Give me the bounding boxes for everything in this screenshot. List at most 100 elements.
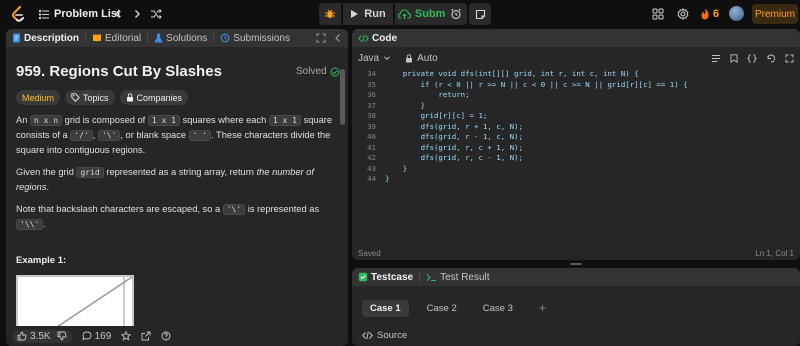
cloud-upload-icon xyxy=(397,8,411,19)
difficulty-badge: Medium xyxy=(16,90,61,105)
saved-status: Saved xyxy=(358,249,381,258)
book-icon xyxy=(93,34,102,42)
case-tab-3[interactable]: Case 3 xyxy=(475,300,521,317)
line-number: 39 xyxy=(367,121,376,131)
source-toggle[interactable]: Source xyxy=(362,330,407,341)
text: . xyxy=(43,219,46,229)
description-tabbar: Description Editorial Solutions Submissi… xyxy=(6,29,348,47)
like-button[interactable]: 3.5K xyxy=(17,331,51,342)
code-text: dfs(grid, r, c + 1, N); xyxy=(385,142,523,152)
problem-list-link[interactable]: Problem List xyxy=(54,0,121,28)
description-panel: Description Editorial Solutions Submissi… xyxy=(6,29,348,346)
comment-count: 169 xyxy=(94,330,112,342)
code-line: 36 return; xyxy=(352,90,800,101)
text: grid is composed of xyxy=(64,115,146,125)
panel-resize-handle[interactable] xyxy=(570,263,582,265)
inline-code: ' ' xyxy=(188,130,212,141)
format-lines-icon[interactable] xyxy=(711,54,721,63)
notes-button[interactable] xyxy=(469,3,491,25)
code-brackets-icon xyxy=(358,34,369,42)
add-case-button[interactable]: + xyxy=(531,298,554,318)
tab-solutions-label: Solutions xyxy=(166,32,208,44)
prev-problem-icon[interactable] xyxy=(113,0,123,28)
testcase-scrollbar[interactable] xyxy=(795,292,800,342)
language-select[interactable]: Java xyxy=(358,53,391,64)
code-editor[interactable]: 34 private void dfs(int[][] grid, int r,… xyxy=(352,69,800,245)
code-line: 43 } xyxy=(352,164,800,175)
tab-testcase[interactable]: Testcase xyxy=(352,268,419,286)
collapse-chevron-icon[interactable] xyxy=(334,33,342,43)
line-number: 37 xyxy=(367,100,376,110)
run-button[interactable]: Run xyxy=(343,3,393,25)
timer-button[interactable] xyxy=(445,3,467,25)
checkbox-icon xyxy=(358,272,368,282)
code-text: } xyxy=(385,174,390,183)
mode-toggle[interactable]: Auto xyxy=(405,53,438,64)
tab-description[interactable]: Description xyxy=(6,29,85,47)
topics-label: Topics xyxy=(83,92,109,103)
inline-code: '\' xyxy=(97,130,121,141)
code-text: } xyxy=(385,100,426,110)
code-line: 38 grid[r][c] = 1; xyxy=(352,111,800,122)
debug-button[interactable] xyxy=(319,3,341,25)
tab-testcase-label: Testcase xyxy=(371,271,414,283)
code-text: dfs(grid, r - 1, c, N); xyxy=(385,132,523,141)
user-avatar[interactable] xyxy=(729,6,744,21)
description-scrollbar[interactable] xyxy=(339,51,346,319)
code-text: private void dfs(int[][] grid, int r, in… xyxy=(385,69,639,78)
comments-button[interactable]: 169 xyxy=(81,330,112,342)
text: squares where each xyxy=(182,115,267,125)
reset-icon[interactable] xyxy=(766,54,776,63)
case-tabs: Case 1 Case 2 Case 3 + xyxy=(362,298,554,318)
code-brackets-icon xyxy=(362,331,373,340)
text: Note that backslash characters are escap… xyxy=(16,204,221,214)
comment-icon xyxy=(81,331,92,341)
tab-editorial[interactable]: Editorial xyxy=(86,29,147,47)
source-label: Source xyxy=(377,330,408,341)
inline-code: 1 x 1 xyxy=(147,115,180,126)
tab-solutions[interactable]: Solutions xyxy=(148,29,213,47)
text: . xyxy=(46,182,50,192)
language-label: Java xyxy=(358,52,380,64)
tab-submissions[interactable]: Submissions xyxy=(214,29,296,47)
help-icon[interactable] xyxy=(161,331,171,341)
scroll-thumb[interactable] xyxy=(340,69,345,125)
star-icon[interactable] xyxy=(121,331,132,341)
problem-list-icon[interactable] xyxy=(38,0,50,28)
flask-icon xyxy=(154,33,163,43)
companies-tag[interactable]: Companies xyxy=(119,90,189,105)
leetcode-logo[interactable] xyxy=(11,6,25,22)
inline-code: n x n xyxy=(29,115,63,126)
panel-controls xyxy=(316,29,342,47)
case-tab-1[interactable]: Case 1 xyxy=(362,299,409,317)
code-tabbar: Code xyxy=(352,29,800,47)
tab-test-result[interactable]: Test Result xyxy=(420,268,495,286)
problem-tags: Medium Topics Companies xyxy=(16,90,189,105)
streak-counter[interactable]: 6 xyxy=(700,0,719,28)
share-icon[interactable] xyxy=(141,331,151,341)
premium-button[interactable]: Premium xyxy=(752,4,798,24)
settings-gear-icon[interactable] xyxy=(677,0,689,28)
tab-editorial-label: Editorial xyxy=(105,32,142,44)
fullscreen-icon[interactable] xyxy=(785,54,794,63)
bookmark-icon[interactable] xyxy=(730,53,738,63)
vote-group: 3.5K xyxy=(12,329,72,343)
line-number: 43 xyxy=(367,163,376,173)
layout-grid-icon[interactable] xyxy=(652,0,664,28)
braces-icon[interactable] xyxy=(747,53,757,63)
code-line: 42 dfs(grid, r, c - 1, N); xyxy=(352,153,800,164)
next-problem-icon[interactable] xyxy=(132,0,142,28)
code-text: if (r < 0 || r >= N || c < 0 || c >= N |… xyxy=(385,79,688,89)
lock-icon xyxy=(406,53,413,62)
text: is represented as xyxy=(247,204,320,214)
case-tab-2[interactable]: Case 2 xyxy=(419,300,465,317)
topics-tag[interactable]: Topics xyxy=(65,90,115,105)
testcase-tabbar: Testcase Test Result xyxy=(352,268,800,286)
expand-icon[interactable] xyxy=(316,33,326,43)
terminal-icon xyxy=(426,273,437,281)
tab-code[interactable]: Code xyxy=(352,29,403,47)
shuffle-icon[interactable] xyxy=(150,0,162,28)
dislike-button[interactable] xyxy=(57,331,67,341)
line-number: 44 xyxy=(367,174,376,183)
line-number: 36 xyxy=(367,90,376,99)
